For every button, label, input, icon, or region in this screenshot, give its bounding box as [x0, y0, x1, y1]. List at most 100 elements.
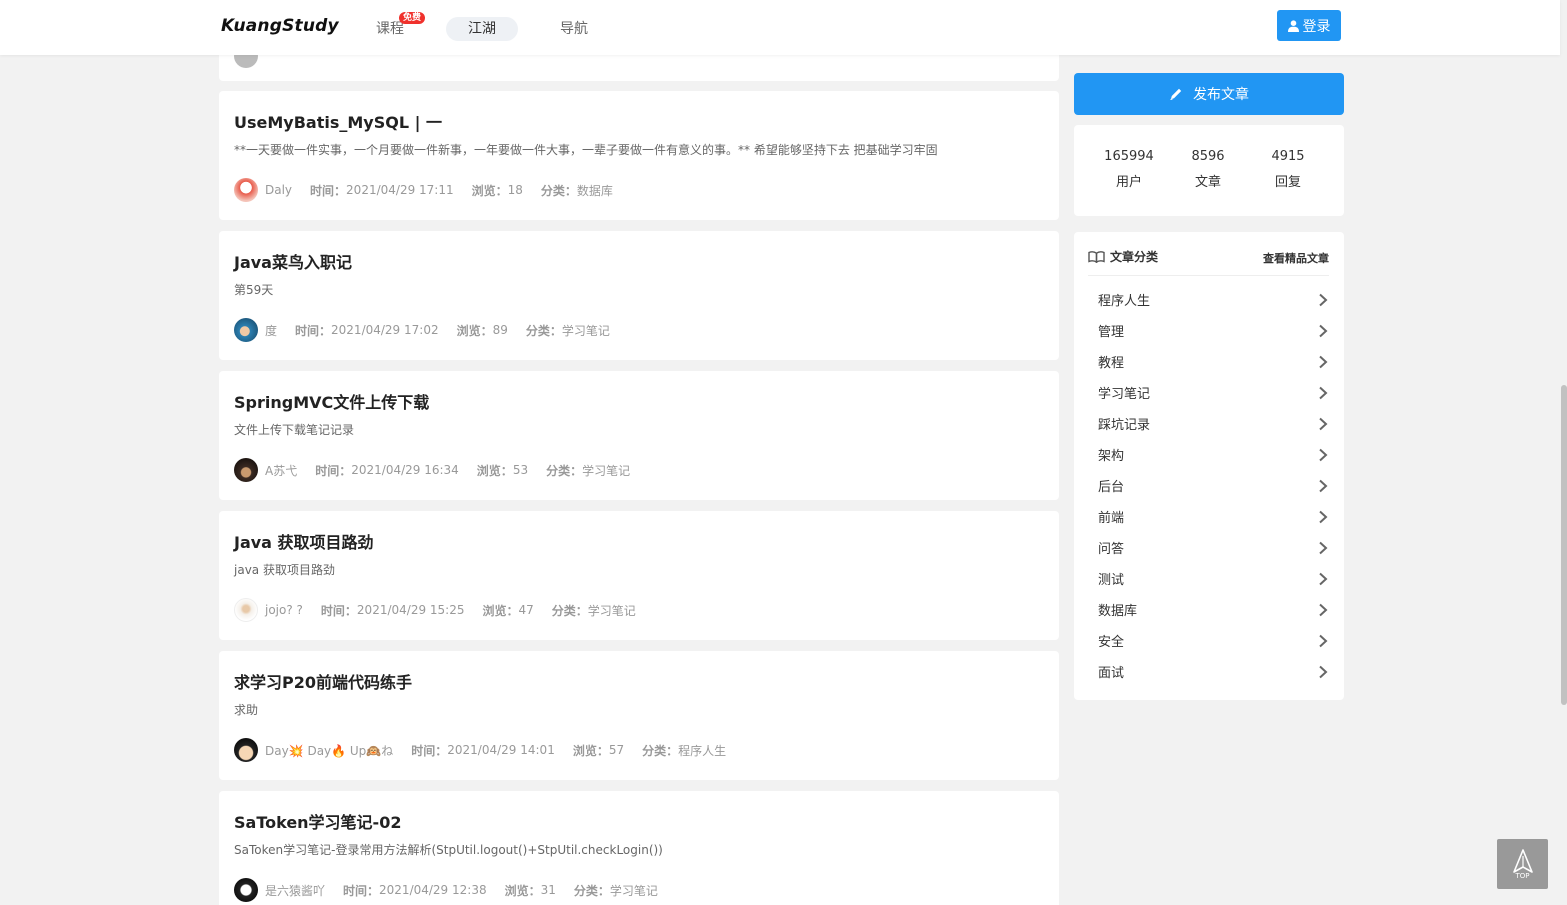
category-header: 文章分类 查看精品文章 [1088, 248, 1329, 276]
views-label: 浏览： [504, 883, 541, 898]
category-value[interactable]: 学习笔记 [582, 462, 630, 479]
category-item[interactable]: 问答 [1098, 532, 1328, 563]
category-item[interactable]: 程序人生 [1098, 284, 1328, 315]
login-button[interactable]: 登录 [1277, 10, 1341, 41]
category-item[interactable]: 踩坑记录 [1098, 408, 1328, 439]
category-title: 文章分类 [1088, 248, 1158, 265]
article-desc: 第59天 [234, 283, 274, 297]
article-card[interactable]: Java 获取项目路劲 java 获取项目路劲 jojo? ? 时间： 2021/… [219, 511, 1059, 640]
time-value: 2021/04/29 12:38 [379, 883, 487, 897]
article-meta: Daly 时间： 2021/04/29 17:11 浏览： 18 分类： 数据库 [234, 178, 631, 202]
article-card[interactable]: SpringMVC文件上传下载 文件上传下载笔记记录 A苏弋 时间： 2021/0… [219, 371, 1059, 500]
category-item[interactable]: 学习笔记 [1098, 377, 1328, 408]
author-name[interactable]: Daly [265, 183, 292, 197]
article-card[interactable]: SaToken学习笔记-02 SaToken学习笔记-登录常用方法解析(StpU… [219, 791, 1059, 905]
views-label: 浏览： [456, 323, 493, 338]
publish-article-button[interactable]: 发布文章 [1074, 73, 1344, 115]
chevron-right-icon [1319, 386, 1328, 399]
category-label: 问答 [1098, 542, 1125, 557]
stat-users-value: 165994 [1104, 149, 1154, 164]
category-value[interactable]: 学习笔记 [588, 602, 636, 619]
article-meta: A苏弋 时间： 2021/04/29 16:34 浏览： 53 分类： 学习笔记 [234, 458, 648, 482]
article-desc: **一天要做一件实事，一个月要做一件新事，一年要做一件大事，一辈子要做一件有意义… [234, 143, 938, 157]
chevron-right-icon [1319, 510, 1328, 523]
nav-guide[interactable]: 导航 [560, 17, 588, 41]
article-title[interactable]: SpringMVC文件上传下载 [234, 389, 429, 413]
category-label: 学习笔记 [1098, 387, 1151, 402]
article-card[interactable]: Java菜鸟入职记 第59天 度 时间： 2021/04/29 17:02 浏览：… [219, 231, 1059, 360]
category-item[interactable]: 面试 [1098, 656, 1328, 687]
chevron-right-icon [1319, 417, 1328, 430]
views-label: 浏览： [482, 603, 519, 618]
article-title[interactable]: Java 获取项目路劲 [234, 529, 374, 553]
category-value[interactable]: 学习笔记 [562, 322, 610, 339]
site-logo[interactable]: KuangStudy [221, 16, 339, 36]
author-name[interactable]: 是六猿酱吖 [265, 882, 325, 899]
author-name[interactable]: 度 [265, 322, 277, 339]
category-item[interactable]: 后台 [1098, 470, 1328, 501]
time-value: 2021/04/29 15:25 [356, 603, 465, 617]
time-value: 2021/04/29 17:02 [331, 323, 439, 337]
article-title[interactable]: 求学习P20前端代码练手 [234, 669, 412, 693]
category-item[interactable]: 前端 [1098, 501, 1328, 532]
stat-replies: 4915 回复 [1248, 149, 1328, 191]
article-desc: 求助 [234, 703, 259, 717]
category-item[interactable]: 安全 [1098, 625, 1328, 656]
author-avatar[interactable] [234, 178, 258, 202]
chevron-right-icon [1319, 448, 1328, 461]
author-name[interactable]: Day💥 Day🔥 Up🙉ね [265, 742, 393, 759]
author-avatar[interactable] [234, 878, 258, 902]
views-value: 47 [518, 603, 534, 617]
views-label: 浏览： [476, 463, 513, 478]
author-avatar[interactable] [234, 318, 258, 342]
category-label: 分类： [525, 323, 562, 338]
scrollbar-thumb[interactable] [1561, 385, 1567, 705]
article-title[interactable]: SaToken学习笔记-02 [234, 809, 401, 833]
category-item[interactable]: 管理 [1098, 315, 1328, 346]
article-title[interactable]: UseMyBatis_MySQL | 一 [234, 109, 442, 133]
category-label: 测试 [1098, 573, 1125, 588]
page-scrollbar[interactable] [1560, 0, 1567, 905]
category-item[interactable]: 数据库 [1098, 594, 1328, 625]
category-label: 分类： [546, 463, 583, 478]
free-badge: 免费 [399, 12, 426, 24]
views-label: 浏览： [471, 183, 508, 198]
featured-articles-link[interactable]: 查看精品文章 [1263, 250, 1329, 266]
author-name[interactable]: jojo? ? [265, 603, 303, 617]
back-to-top-button[interactable]: TOP [1497, 839, 1548, 889]
author-avatar[interactable] [234, 738, 258, 762]
stat-users-label: 用户 [1115, 175, 1142, 190]
time-value: 2021/04/29 17:11 [346, 183, 454, 197]
category-value[interactable]: 学习笔记 [610, 882, 658, 899]
category-value[interactable]: 程序人生 [678, 742, 726, 759]
article-meta: Day💥 Day🔥 Up🙉ね 时间： 2021/04/29 14:01 浏览： 57… [234, 738, 744, 762]
author-avatar[interactable] [234, 598, 258, 622]
article-title[interactable]: Java菜鸟入职记 [234, 249, 352, 273]
book-icon [1088, 250, 1105, 263]
chevron-right-icon [1319, 541, 1328, 554]
author-avatar[interactable] [234, 458, 258, 482]
article-card[interactable]: 求学习P20前端代码练手 求助 Day💥 Day🔥 Up🙉ね 时间： 2021/0… [219, 651, 1059, 780]
category-label: 架构 [1098, 449, 1125, 464]
category-item[interactable]: 架构 [1098, 439, 1328, 470]
category-label: 分类： [540, 183, 577, 198]
author-name[interactable]: A苏弋 [265, 462, 297, 479]
category-label: 分类： [642, 743, 679, 758]
article-card[interactable]: UseMyBatis_MySQL | 一 **一天要做一件实事，一个月要做一件新… [219, 91, 1059, 220]
time-value: 2021/04/29 16:34 [351, 463, 459, 477]
chevron-right-icon [1319, 634, 1328, 647]
time-label: 时间： [295, 323, 332, 338]
nav-jianghu[interactable]: 江湖 [446, 17, 518, 41]
category-label: 前端 [1098, 511, 1125, 526]
time-value: 2021/04/29 14:01 [447, 743, 555, 757]
views-value: 57 [608, 743, 625, 757]
article-meta: 是六猿酱吖 时间： 2021/04/29 12:38 浏览： 31 分类： 学习笔记 [234, 878, 676, 902]
category-label: 分类： [573, 883, 610, 898]
category-value[interactable]: 数据库 [577, 182, 613, 199]
views-value: 18 [507, 183, 523, 197]
category-item[interactable]: 教程 [1098, 346, 1328, 377]
user-icon [1287, 19, 1299, 32]
stat-replies-label: 回复 [1274, 175, 1301, 190]
category-item[interactable]: 测试 [1098, 563, 1328, 594]
views-value: 31 [540, 883, 556, 897]
